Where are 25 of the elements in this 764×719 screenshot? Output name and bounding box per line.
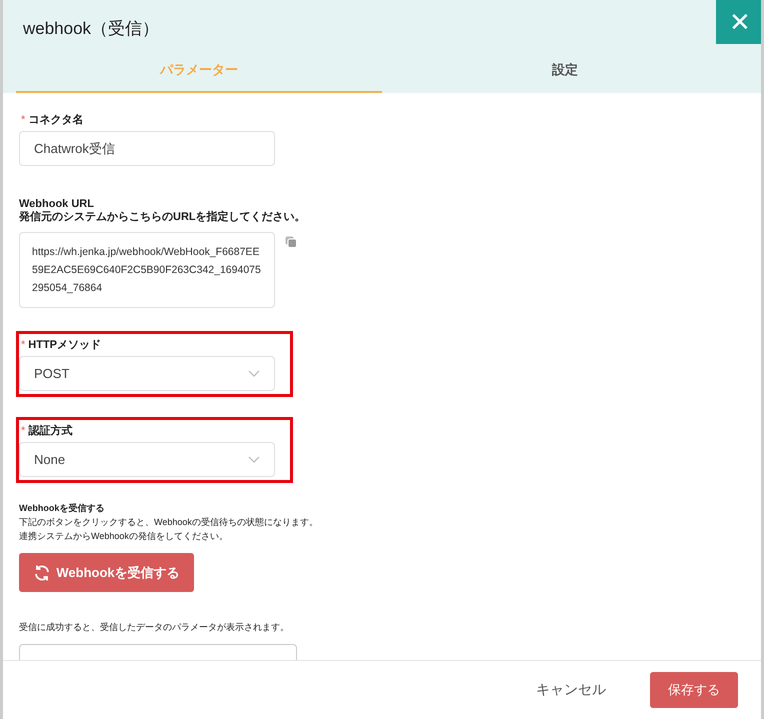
tab[interactable]: 設定	[382, 55, 748, 93]
receive-button[interactable]: Webhookを受信する	[19, 553, 194, 592]
description-text: 下記のボタンをクリックすると、Webhookの受信待ちの状態になります。	[19, 516, 318, 529]
cancel-button[interactable]: キャンセル	[530, 680, 612, 700]
hint-text: 発信元のシステムからこちらのURLを指定してください。	[19, 211, 306, 224]
select-field[interactable]: POST	[19, 356, 275, 391]
result-hint: 受信に成功すると、受信したデータのパラメータが表示されます。	[19, 621, 290, 634]
required-mark: *	[21, 424, 26, 436]
url-field[interactable]: https://wh.jenka.jp/webhook/WebHook_F6687EE59E2AC5E69C640F2C5B90F263C342_1694075295054_76864	[19, 232, 275, 308]
field-label: コネクタ名	[28, 112, 84, 127]
window-title: webhook（受信）	[23, 18, 160, 40]
chevron-icon	[248, 370, 260, 377]
section-title: Webhookを受信する	[19, 502, 106, 515]
refresh-icon	[33, 564, 52, 582]
required-mark: *	[21, 114, 26, 126]
input-field[interactable]: Chatwrok受信	[19, 131, 275, 166]
section-title: Webhook URL	[19, 198, 95, 211]
copy-icon[interactable]	[285, 236, 297, 248]
save-button[interactable]: 保存する	[650, 672, 738, 708]
field-label: 認証方式	[28, 424, 72, 438]
description-text: 連携システムからWebhookの発信をしてください。	[19, 530, 229, 543]
select-field[interactable]: None	[19, 442, 275, 477]
required-mark: *	[21, 338, 26, 350]
chevron-icon	[248, 456, 260, 463]
field-label: HTTPメソッド	[28, 338, 102, 352]
